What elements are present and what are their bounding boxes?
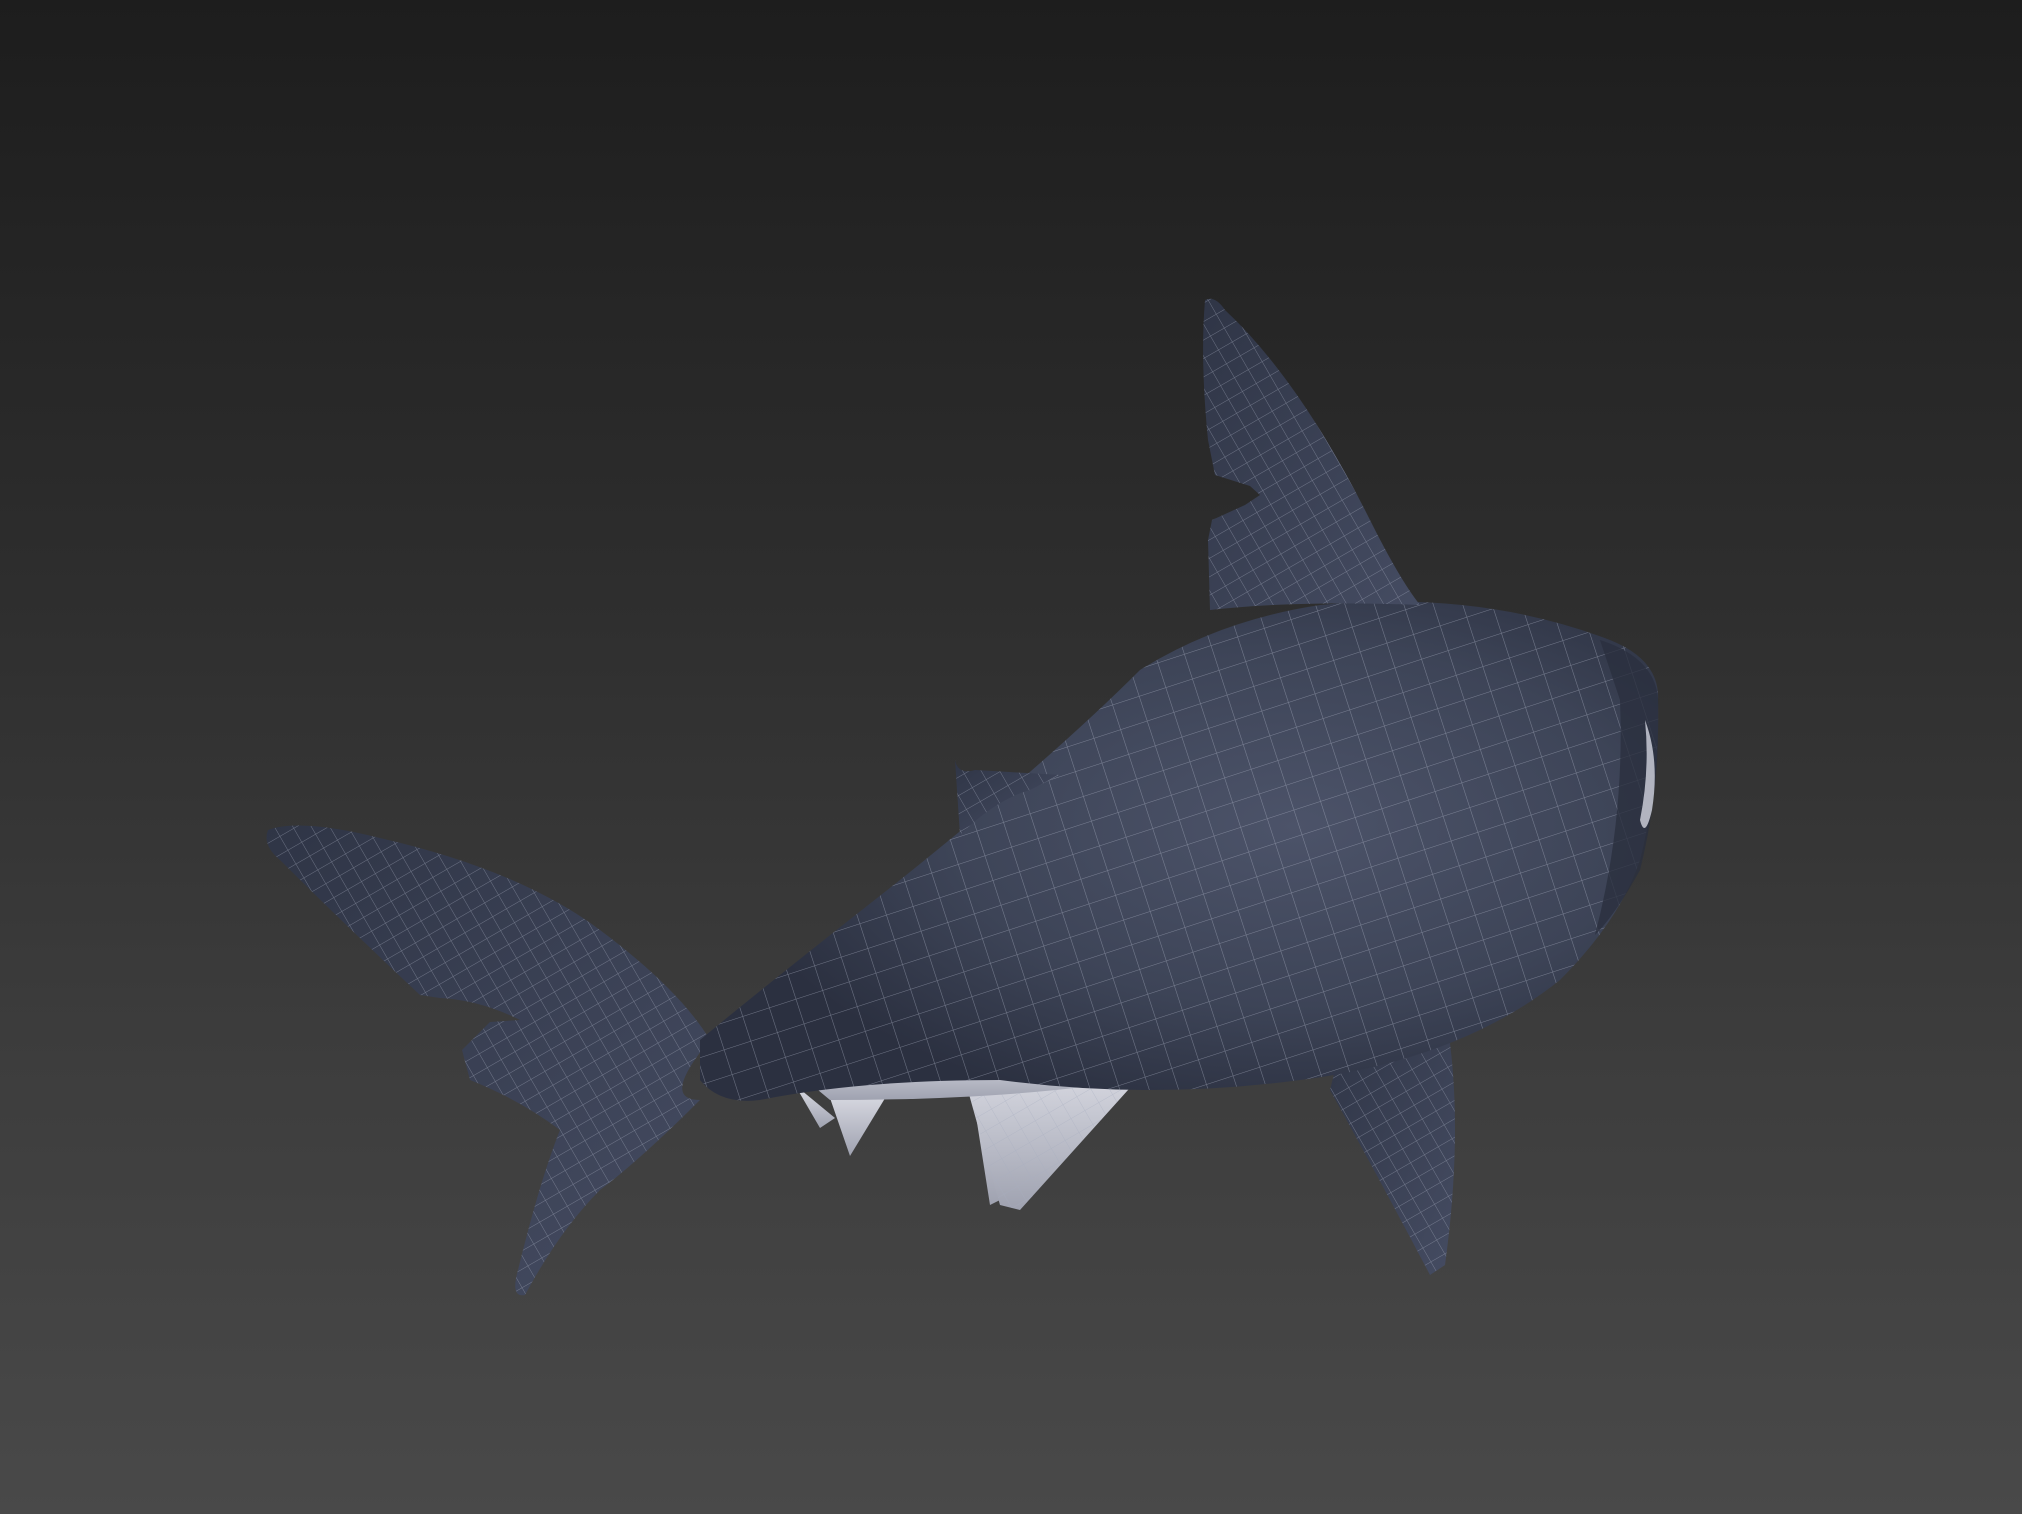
shark-scene [266,298,1659,1296]
3d-viewport[interactable] [0,0,2022,1514]
shark-body [700,601,1659,1101]
tail-fin [266,825,710,1296]
dorsal-fin [1203,298,1420,610]
